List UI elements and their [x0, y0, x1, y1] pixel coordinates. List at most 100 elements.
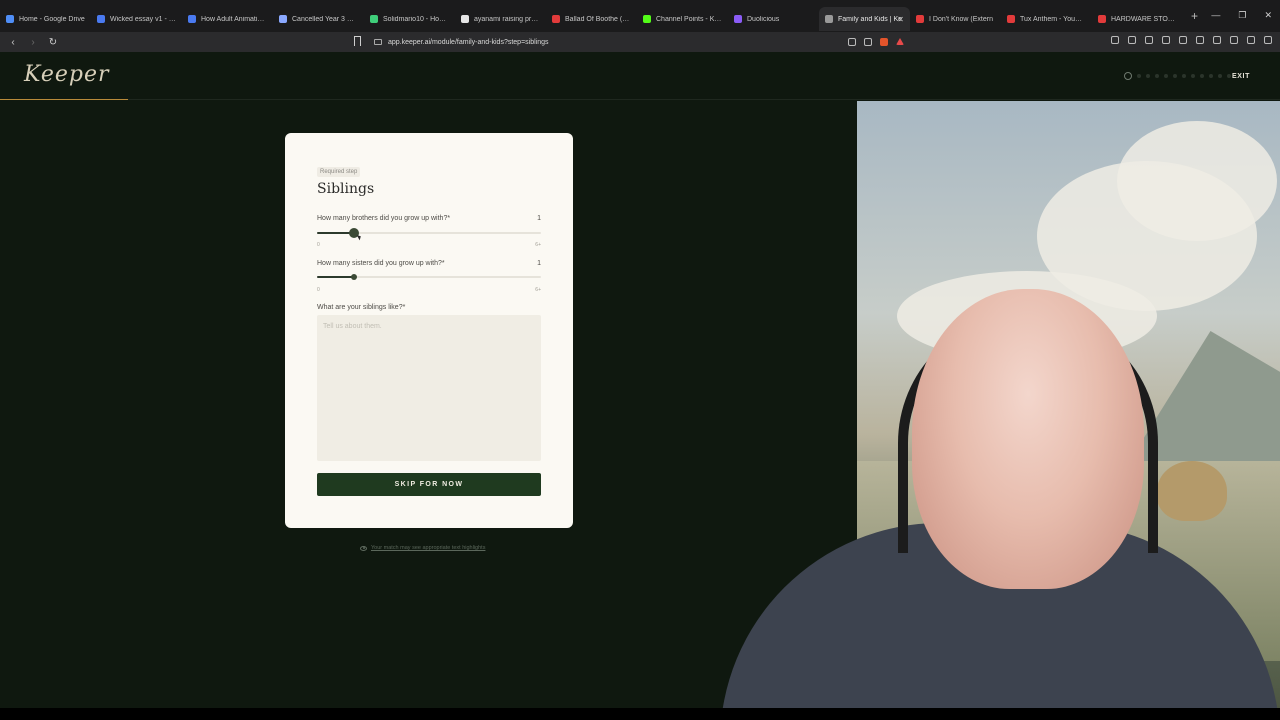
person-head	[912, 289, 1144, 589]
skip-for-now-button[interactable]: SKIP FOR NOW	[317, 473, 541, 496]
sisters-min-label: 0	[317, 287, 320, 293]
brothers-min-label: 0	[317, 242, 320, 248]
step-dot	[1137, 74, 1141, 78]
step-dot	[1182, 74, 1186, 78]
browser-tab[interactable]: Cancelled Year 3 Franch	[273, 7, 364, 31]
tab-title: I Don't Know (Extern	[929, 15, 993, 23]
visibility-note-text[interactable]: Your match may see appropriate text high…	[371, 545, 485, 551]
siblings-description-label: What are your siblings like?*	[317, 304, 406, 311]
browser-tab[interactable]: ayanami raising project	[455, 7, 546, 31]
back-icon[interactable]: ‹	[6, 37, 20, 48]
required-step-badge: Required step	[317, 167, 361, 177]
browser-tab[interactable]: I Don't Know (Extern	[910, 7, 1001, 31]
reload-icon[interactable]: ↻	[46, 37, 60, 48]
url-field[interactable]: app.keeper.ai/module/family-and-kids?ste…	[368, 34, 908, 50]
tab-title: How Adult Animation Ca	[201, 15, 267, 23]
bottom-strip	[0, 708, 1280, 720]
tab-title: Cancelled Year 3 Franch	[292, 15, 358, 23]
webcam-overlay	[680, 283, 1280, 708]
forward-icon[interactable]: ›	[26, 37, 40, 48]
share-icon[interactable]	[864, 38, 872, 46]
tab-title: Tux Anthem - YouTube	[1020, 15, 1086, 23]
tab-favicon-icon	[552, 15, 560, 23]
close-window-icon[interactable]: ✕	[1264, 10, 1272, 21]
minimize-icon[interactable]: —	[1211, 10, 1220, 21]
tab-favicon-icon	[97, 15, 105, 23]
tab-title: Ballad Of Boothe (Karao	[565, 15, 631, 23]
tab-favicon-icon	[825, 15, 833, 23]
exit-button[interactable]: EXIT	[1226, 69, 1256, 83]
browser-tab[interactable]: How Adult Animation Ca	[182, 7, 273, 31]
sisters-max-label: 6+	[535, 287, 541, 293]
tab-title: HARDWARE STORE - "W	[1111, 15, 1177, 23]
maximize-icon[interactable]: ❐	[1238, 10, 1246, 21]
tab-title: Channel Points - Kick Da	[656, 15, 722, 23]
extension-icon[interactable]	[1196, 36, 1204, 44]
step-dot	[1191, 74, 1195, 78]
extension-icon[interactable]	[1213, 36, 1221, 44]
brothers-max-label: 6+	[535, 242, 541, 248]
address-bar-row: ‹ › ↻ app.keeper.ai/module/family-and-ki…	[0, 32, 1280, 52]
tab-list: Home - Google Drive Wicked essay v1 - Goo…	[0, 1, 1183, 31]
step-dot	[1200, 74, 1204, 78]
vpn-icon[interactable]	[1247, 36, 1255, 44]
browser-tab[interactable]: Family and Kids | Ke ✕	[819, 7, 910, 31]
brave-rewards-icon[interactable]	[896, 38, 904, 45]
slider-fill	[317, 276, 355, 278]
browser-tab[interactable]: Solidmario10 - Hobbyist	[364, 7, 455, 31]
step-dot	[1173, 74, 1177, 78]
header-divider	[128, 99, 1280, 100]
browser-tab[interactable]: Channel Points - Kick Da	[637, 7, 728, 31]
module-progress-bar	[0, 99, 128, 100]
siblings-description-input[interactable]	[317, 315, 541, 461]
tab-title: ayanami raising project	[474, 15, 540, 23]
browser-tab[interactable]: HARDWARE STORE - "W	[1092, 7, 1183, 31]
site-info-icon[interactable]	[374, 39, 382, 45]
step-dot	[1164, 74, 1168, 78]
form-title: Siblings	[317, 181, 375, 197]
url-text: app.keeper.ai/module/family-and-kids?ste…	[388, 38, 549, 46]
brothers-slider[interactable]	[317, 228, 541, 238]
url-actions	[848, 38, 904, 46]
tab-favicon-icon	[370, 15, 378, 23]
step-dot	[1146, 74, 1150, 78]
brothers-value: 1	[537, 215, 541, 222]
close-tab-icon[interactable]: ✕	[897, 15, 904, 24]
sidebar-icon[interactable]	[1162, 36, 1170, 44]
tab-favicon-icon	[1007, 15, 1015, 23]
sisters-value: 1	[537, 260, 541, 267]
window-controls: — ❐ ✕	[1211, 10, 1272, 21]
browser-tab[interactable]: Ballad Of Boothe (Karao	[546, 7, 637, 31]
step-dot	[1155, 74, 1159, 78]
extension-icon[interactable]	[1145, 36, 1153, 44]
keeper-logo[interactable]: Keeper	[24, 62, 110, 87]
sisters-slider[interactable]	[317, 272, 541, 282]
browser-tab[interactable]: Tux Anthem - YouTube	[1001, 7, 1092, 31]
toolbar-extensions	[1111, 36, 1272, 44]
visibility-note[interactable]: Your match may see appropriate text high…	[360, 545, 485, 551]
bookmark-icon[interactable]	[354, 36, 361, 46]
keeper-page: Keeper EXIT Required step Siblings How m…	[0, 52, 1280, 708]
new-tab-icon[interactable]: +	[1191, 9, 1198, 23]
brothers-question-label: How many brothers did you grow up with?*	[317, 215, 451, 222]
sisters-question-label: How many sisters did you grow up with?*	[317, 260, 445, 267]
eye-icon	[360, 545, 367, 551]
install-app-icon[interactable]	[848, 38, 856, 46]
music-icon[interactable]	[1179, 36, 1187, 44]
app-header: Keeper EXIT	[0, 52, 1280, 100]
menu-icon[interactable]	[1264, 36, 1272, 44]
tab-favicon-icon	[734, 15, 742, 23]
tab-title: Family and Kids | Ke	[838, 15, 903, 23]
brave-shields-icon[interactable]	[880, 38, 888, 46]
extension-icon[interactable]	[1128, 36, 1136, 44]
tab-favicon-icon	[643, 15, 651, 23]
browser-tab[interactable]: Home - Google Drive	[0, 7, 91, 31]
tab-favicon-icon	[6, 15, 14, 23]
siblings-form-card: Required step Siblings How many brothers…	[285, 133, 573, 528]
wallet-icon[interactable]	[1230, 36, 1238, 44]
tab-favicon-icon	[916, 15, 924, 23]
browser-tab[interactable]: Wicked essay v1 - Goog	[91, 7, 182, 31]
extension-icon[interactable]	[1111, 36, 1119, 44]
slider-thumb[interactable]	[351, 274, 358, 280]
browser-tab[interactable]: Duolicious	[728, 7, 819, 31]
